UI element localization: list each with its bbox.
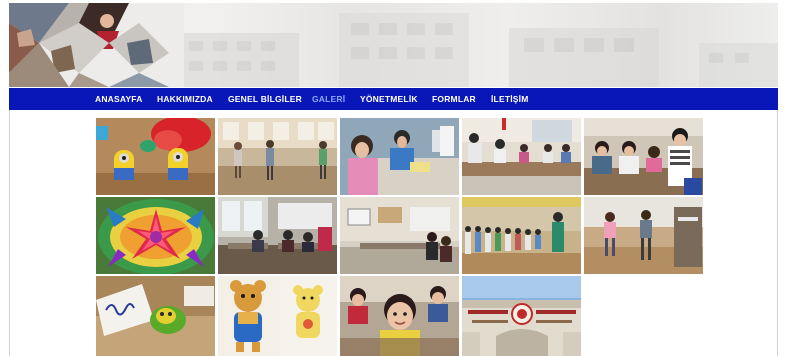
page-frame-right bbox=[778, 0, 785, 356]
gallery-photo-children-lined-up[interactable] bbox=[462, 197, 581, 274]
banner-background-image bbox=[179, 13, 778, 87]
nav-item-genel-bilgiler[interactable]: GENEL BİLGİLER bbox=[228, 88, 302, 110]
gallery-photo-girls-in-gym[interactable] bbox=[584, 197, 703, 274]
content-border-right bbox=[777, 110, 778, 356]
nav-item-hakkimizda[interactable]: HAKKIMIZDA bbox=[157, 88, 213, 110]
gallery-photo-classroom-activity[interactable] bbox=[462, 118, 581, 195]
gallery-photo-classroom-whiteboard[interactable] bbox=[340, 197, 459, 274]
gallery-photo-clay-minions[interactable] bbox=[96, 118, 215, 195]
photo-gallery-grid bbox=[96, 118, 703, 356]
gallery-photo-school-entrance[interactable] bbox=[462, 276, 581, 356]
header-banner bbox=[9, 3, 778, 87]
page-frame-left bbox=[0, 0, 9, 356]
gallery-photo-clay-craft-name-card[interactable] bbox=[96, 276, 215, 356]
nav-item-yonetmelik[interactable]: YÖNETMELİK bbox=[360, 88, 418, 110]
content-border-left bbox=[9, 110, 10, 356]
nav-item-anasayfa[interactable]: ANASAYFA bbox=[95, 88, 143, 110]
gallery-photo-boy-in-classroom[interactable] bbox=[340, 276, 459, 356]
gallery-photo-children-dancing[interactable] bbox=[218, 118, 337, 195]
nav-item-formlar[interactable]: FORMLAR bbox=[432, 88, 476, 110]
main-navigation: ANASAYFA HAKKIMIZDA GENEL BİLGİLER GALER… bbox=[9, 88, 778, 110]
gallery-photo-sand-art-flower[interactable] bbox=[96, 197, 215, 274]
nav-item-galeri[interactable]: GALERİ bbox=[312, 88, 345, 110]
gallery-photo-teacher-with-students[interactable] bbox=[584, 118, 703, 195]
gallery-photo-girls-crafting[interactable] bbox=[340, 118, 459, 195]
gallery-photo-bear-drawings[interactable] bbox=[218, 276, 337, 356]
banner-photo-collage bbox=[9, 3, 184, 87]
gallery-photo-students-at-desks[interactable] bbox=[218, 197, 337, 274]
nav-item-iletisim[interactable]: İLETİŞİM bbox=[491, 88, 529, 110]
